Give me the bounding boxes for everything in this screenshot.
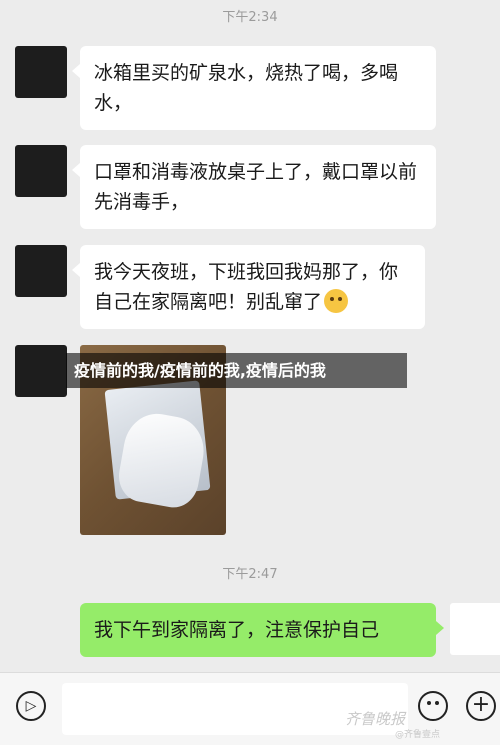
timestamp: 下午2:34 — [222, 10, 278, 25]
timestamp: 下午2:47 — [222, 567, 278, 582]
chat-message-text: 口罩和消毒液放桌子上了，戴口罩以前先消毒手， — [94, 161, 418, 213]
avatar[interactable] — [15, 245, 67, 297]
watermark: 齐鲁晚报 — [345, 710, 406, 728]
chat-message-text: 我今天夜班，下班我回我妈那了，你自己在家隔离吧！别乱窜了 — [94, 261, 399, 313]
avatar[interactable] — [15, 345, 67, 397]
grimace-emoji-icon — [324, 289, 349, 313]
self-avatar[interactable] — [450, 603, 500, 655]
plus-icon[interactable]: + — [466, 691, 496, 721]
caption-banner: 疫情前的我/疫情前的我,疫情后的我 — [66, 353, 407, 388]
voice-icon[interactable]: ▷ — [16, 691, 46, 721]
chat-message-text: 冰箱里买的矿泉水，烧热了喝，多喝水， — [94, 62, 399, 114]
chat-message-text: 我下午到家隔离了，注意保护自己 — [94, 619, 380, 641]
chat-message-bubble[interactable]: 口罩和消毒液放桌子上了，戴口罩以前先消毒手， — [72, 145, 436, 229]
chat-message-bubble-self[interactable]: 我下午到家隔离了，注意保护自己 — [80, 603, 444, 657]
avatar[interactable] — [15, 145, 67, 197]
emoji-icon[interactable] — [418, 691, 448, 721]
chat-message-bubble[interactable]: 冰箱里买的矿泉水，烧热了喝，多喝水， — [72, 46, 436, 130]
watermark-sub: @齐鲁壹点 — [395, 730, 441, 740]
chat-message-bubble[interactable]: 我今天夜班，下班我回我妈那了，你自己在家隔离吧！别乱窜了 — [72, 245, 425, 329]
avatar[interactable] — [15, 46, 67, 98]
